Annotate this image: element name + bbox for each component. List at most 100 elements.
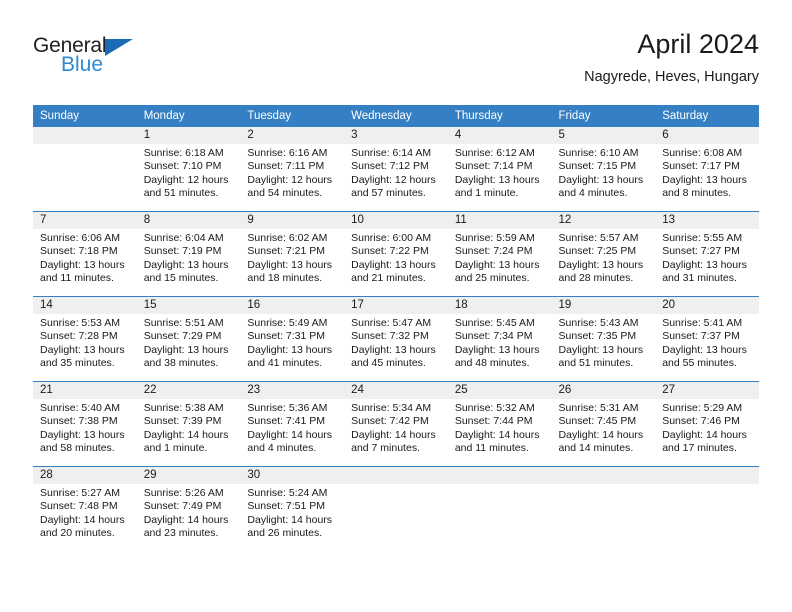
calendar-day-cell[interactable]: 4 Sunrise: 6:12 AM Sunset: 7:14 PM Daylight… (447, 127, 552, 211)
daylight-hours: Daylight: 13 hours (40, 428, 125, 441)
daylight-hours: Daylight: 13 hours (558, 343, 644, 356)
calendar-day-cell[interactable]: 24 Sunrise: 5:34 AM Sunset: 7:42 PM Dayligh… (344, 382, 448, 466)
calendar-day-cell[interactable]: 23 Sunrise: 5:36 AM Sunset: 7:41 PM Dayligh… (240, 382, 345, 466)
calendar-day-cell[interactable]: 16 Sunrise: 5:49 AM Sunset: 7:31 PM Dayligh… (240, 297, 345, 381)
day-number: 13 (655, 212, 759, 229)
sunset-time: Sunset: 7:24 PM (454, 245, 533, 258)
sunrise-time: Sunrise: 5:31 AM (558, 402, 639, 414)
daylight-hours: Daylight: 13 hours (558, 173, 644, 186)
daylight-minutes: and 14 minutes. (558, 441, 634, 454)
logo-triangle-icon (105, 39, 133, 56)
calendar-day-cell[interactable]: 13 Sunrise: 5:55 AM Sunset: 7:27 PM Dayligh… (655, 212, 759, 296)
calendar-day-cell[interactable]: 25 Sunrise: 5:32 AM Sunset: 7:44 PM Dayligh… (447, 382, 552, 466)
calendar-day-cell[interactable]: 26 Sunrise: 5:31 AM Sunset: 7:45 PM Dayligh… (551, 382, 656, 466)
day-number (447, 467, 552, 484)
sunset-time: Sunset: 7:28 PM (40, 330, 118, 343)
day-number: 7 (33, 212, 137, 229)
sunset-time: Sunset: 7:38 PM (40, 415, 118, 428)
weekday-header-tuesday: Tuesday (240, 105, 345, 127)
day-number: 16 (240, 297, 345, 314)
day-number: 12 (551, 212, 656, 229)
sunset-time: Sunset: 7:14 PM (454, 160, 533, 173)
day-details: Sunrise: 5:38 AM Sunset: 7:39 PM Daylight:… (137, 399, 241, 455)
calendar-day-cell[interactable]: 27 Sunrise: 5:29 AM Sunset: 7:46 PM Dayligh… (655, 382, 759, 466)
calendar-day-cell[interactable]: 7 Sunrise: 6:06 AM Sunset: 7:18 PM Daylight… (33, 212, 137, 296)
daylight-minutes: and 4 minutes. (247, 441, 317, 454)
sunset-time: Sunset: 7:35 PM (558, 330, 637, 343)
calendar-day-cell[interactable]: 9 Sunrise: 6:02 AM Sunset: 7:21 PM Daylight… (240, 212, 345, 296)
daylight-hours: Daylight: 13 hours (454, 173, 540, 186)
calendar-day-cell[interactable]: 29 Sunrise: 5:26 AM Sunset: 7:49 PM Dayligh… (136, 467, 241, 551)
calendar-body: 1 Sunrise: 6:18 AM Sunset: 7:10 PM Daylight… (33, 127, 759, 551)
day-details: Sunrise: 5:34 AM Sunset: 7:42 PM Daylight:… (344, 399, 448, 455)
day-details: Sunrise: 5:31 AM Sunset: 7:45 PM Daylight:… (552, 399, 656, 455)
daylight-minutes: and 20 minutes. (40, 526, 115, 539)
sunset-time: Sunset: 7:51 PM (247, 500, 326, 513)
calendar-day-cell[interactable]: 18 Sunrise: 5:45 AM Sunset: 7:34 PM Dayligh… (447, 297, 552, 381)
calendar-day-cell[interactable]: 19 Sunrise: 5:43 AM Sunset: 7:35 PM Dayligh… (551, 297, 656, 381)
daylight-hours: Daylight: 14 hours (40, 513, 125, 526)
calendar-day-cell[interactable]: 3 Sunrise: 6:14 AM Sunset: 7:12 PM Daylight… (344, 127, 448, 211)
day-details: Sunrise: 6:02 AM Sunset: 7:21 PM Daylight:… (240, 229, 344, 285)
sunset-time: Sunset: 7:17 PM (662, 160, 740, 173)
day-number: 25 (447, 382, 552, 399)
calendar-day-cell[interactable]: 28 Sunrise: 5:27 AM Sunset: 7:48 PM Dayligh… (33, 467, 137, 551)
sunrise-time: Sunrise: 5:40 AM (40, 402, 120, 414)
day-details (344, 484, 448, 487)
weekday-header-thursday: Thursday (447, 105, 552, 127)
daylight-minutes: and 35 minutes. (40, 356, 115, 369)
logo-text-blue: Blue (61, 53, 104, 76)
daylight-hours: Daylight: 13 hours (247, 258, 333, 271)
sunset-time: Sunset: 7:22 PM (351, 245, 429, 258)
calendar-day-cell[interactable]: 2 Sunrise: 6:16 AM Sunset: 7:11 PM Daylight… (240, 127, 345, 211)
daylight-minutes: and 38 minutes. (143, 356, 219, 369)
daylight-minutes: and 1 minute. (454, 186, 519, 199)
calendar-header-row: Sunday Monday Tuesday Wednesday Thursday Frid… (33, 105, 759, 127)
day-number: 2 (240, 127, 345, 144)
daylight-minutes: and 51 minutes. (143, 186, 219, 199)
daylight-hours: Daylight: 13 hours (351, 258, 436, 271)
calendar-day-cell[interactable]: 14 Sunrise: 5:53 AM Sunset: 7:28 PM Dayligh… (33, 297, 137, 381)
day-details: Sunrise: 6:14 AM Sunset: 7:12 PM Daylight:… (344, 144, 448, 200)
day-details (33, 144, 137, 147)
sunrise-time: Sunrise: 6:04 AM (143, 232, 224, 244)
calendar-day-cell[interactable]: 5 Sunrise: 6:10 AM Sunset: 7:15 PM Daylight… (551, 127, 656, 211)
calendar-day-cell[interactable]: 20 Sunrise: 5:41 AM Sunset: 7:37 PM Dayligh… (655, 297, 759, 381)
calendar-day-cell[interactable]: 8 Sunrise: 6:04 AM Sunset: 7:19 PM Daylight… (136, 212, 241, 296)
daylight-hours: Daylight: 13 hours (662, 258, 747, 271)
calendar-day-cell[interactable]: 22 Sunrise: 5:38 AM Sunset: 7:39 PM Dayligh… (136, 382, 241, 466)
weekday-header-saturday: Saturday (655, 105, 759, 127)
sunrise-time: Sunrise: 5:26 AM (143, 487, 224, 499)
day-number: 9 (240, 212, 345, 229)
calendar-day-cell[interactable]: 1 Sunrise: 6:18 AM Sunset: 7:10 PM Daylight… (136, 127, 241, 211)
daylight-hours: Daylight: 13 hours (662, 343, 747, 356)
daylight-minutes: and 31 minutes. (662, 271, 737, 284)
calendar-day-cell[interactable]: 6 Sunrise: 6:08 AM Sunset: 7:17 PM Daylight… (655, 127, 759, 211)
day-details: Sunrise: 5:27 AM Sunset: 7:48 PM Daylight:… (33, 484, 137, 540)
day-details: Sunrise: 5:26 AM Sunset: 7:49 PM Daylight:… (137, 484, 241, 540)
daylight-hours: Daylight: 14 hours (247, 513, 333, 526)
day-details: Sunrise: 5:57 AM Sunset: 7:25 PM Daylight:… (552, 229, 656, 285)
calendar-day-cell[interactable]: 11 Sunrise: 5:59 AM Sunset: 7:24 PM Dayligh… (447, 212, 552, 296)
calendar-day-cell[interactable]: 30 Sunrise: 5:24 AM Sunset: 7:51 PM Dayligh… (240, 467, 345, 551)
sunrise-time: Sunrise: 6:16 AM (247, 147, 328, 159)
day-number: 4 (447, 127, 552, 144)
day-number (33, 127, 137, 144)
day-number: 28 (33, 467, 137, 484)
sunrise-sunset-calendar: Sunday Monday Tuesday Wednesday Thursday Frid… (33, 105, 759, 551)
calendar-week-row: 7 Sunrise: 6:06 AM Sunset: 7:18 PM Daylight… (33, 211, 759, 297)
daylight-minutes: and 28 minutes. (558, 271, 634, 284)
weekday-header-monday: Monday (136, 105, 241, 127)
day-number (655, 467, 759, 484)
calendar-day-cell[interactable]: 12 Sunrise: 5:57 AM Sunset: 7:25 PM Dayligh… (551, 212, 656, 296)
sunrise-time: Sunrise: 5:47 AM (351, 317, 432, 329)
daylight-minutes: and 1 minute. (143, 441, 208, 454)
calendar-day-cell[interactable]: 15 Sunrise: 5:51 AM Sunset: 7:29 PM Dayligh… (136, 297, 241, 381)
day-details: Sunrise: 6:06 AM Sunset: 7:18 PM Daylight:… (33, 229, 137, 285)
day-number: 18 (447, 297, 552, 314)
daylight-hours: Daylight: 14 hours (662, 428, 747, 441)
daylight-minutes: and 57 minutes. (351, 186, 426, 199)
calendar-day-cell[interactable]: 17 Sunrise: 5:47 AM Sunset: 7:32 PM Dayligh… (344, 297, 448, 381)
calendar-day-cell[interactable]: 21 Sunrise: 5:40 AM Sunset: 7:38 PM Dayligh… (33, 382, 137, 466)
calendar-day-cell[interactable]: 10 Sunrise: 6:00 AM Sunset: 7:22 PM Dayligh… (344, 212, 448, 296)
